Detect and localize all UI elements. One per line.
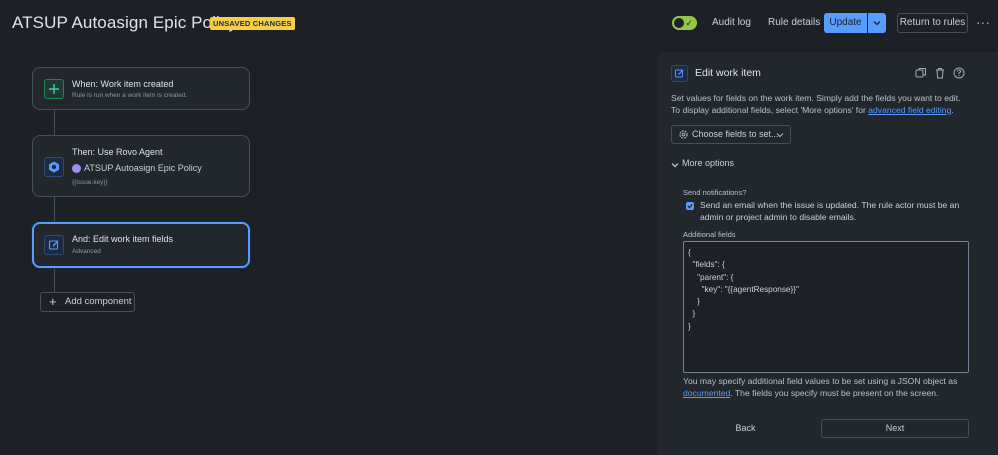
rule-title: ATSUP Autoasign Epic Policy (12, 13, 238, 32)
documented-link[interactable]: documented (683, 388, 730, 398)
check-icon: ✓ (685, 18, 693, 28)
chevron-down-icon (776, 133, 784, 138)
plus-icon (44, 79, 64, 99)
help-text: You may specify additional field values … (683, 376, 958, 386)
send-notifications-text: Send an email when the issue is updated.… (700, 200, 960, 222)
rule-enabled-toggle[interactable]: ✓ (672, 16, 697, 30)
return-to-rules-button[interactable]: Return to rules (897, 13, 968, 33)
duplicate-icon[interactable] (915, 67, 927, 79)
add-component-label: Add component (65, 296, 132, 307)
description-suffix: . (951, 105, 954, 115)
send-notifications-checkbox[interactable] (686, 202, 694, 210)
additional-fields-textarea[interactable]: { "fields": { "parent": { "key": "{{agen… (683, 241, 969, 373)
more-actions-icon[interactable]: ··· (976, 14, 990, 30)
update-options-button[interactable] (868, 13, 886, 33)
delete-icon[interactable] (934, 67, 946, 79)
panel-title: Edit work item (695, 67, 761, 79)
send-notifications-label: Send notifications? (683, 188, 747, 197)
trigger-card[interactable]: When: Work item created Rule is run when… (32, 67, 250, 110)
check-icon (687, 204, 693, 209)
action-subtitle: Advanced (72, 248, 101, 255)
more-options-label: More options (682, 158, 735, 168)
add-component-button[interactable]: + Add component (40, 292, 135, 312)
panel-description: Set values for fields on the work item. … (671, 92, 971, 116)
update-button[interactable]: Update (824, 13, 867, 33)
rovo-agent-icon (44, 157, 64, 177)
action-title: And: Edit work item fields (72, 234, 174, 244)
gear-icon (679, 130, 688, 139)
agent-name: ATSUP Autoasign Epic Policy (84, 163, 202, 173)
unsaved-changes-badge: UNSAVED CHANGES (210, 17, 295, 30)
audit-log-button[interactable]: Audit log (712, 13, 751, 33)
choose-fields-dropdown[interactable]: Choose fields to set... (671, 125, 791, 144)
choose-fields-label: Choose fields to set... (692, 129, 779, 139)
connector-line (54, 197, 55, 222)
connector-line (54, 268, 55, 292)
toggle-knob (674, 18, 684, 28)
trigger-subtitle: Rule is run when a work item is created. (72, 92, 188, 99)
action-card-rovo-agent[interactable]: Then: Use Rovo Agent ATSUP Autoasign Epi… (32, 135, 250, 197)
help-icon[interactable] (953, 67, 965, 79)
chevron-down-icon (671, 163, 679, 168)
agent-avatar-icon (72, 163, 81, 173)
additional-fields-value: { "fields": { "parent": { "key": "{{agen… (688, 248, 799, 331)
edit-icon (44, 235, 64, 255)
rule-details-button[interactable]: Rule details (768, 13, 820, 33)
connector-line (54, 110, 55, 135)
back-button[interactable]: Back (683, 419, 808, 438)
additional-fields-label: Additional fields (683, 230, 736, 239)
action-title: Then: Use Rovo Agent (72, 147, 163, 157)
header: ATSUP Autoasign Epic Policy UNSAVED CHAN… (0, 0, 998, 46)
next-button[interactable]: Next (821, 419, 969, 438)
plus-icon: + (49, 294, 57, 309)
help-suffix: . The fields you specify must be present… (730, 388, 939, 398)
action-card-edit-work-item[interactable]: And: Edit work item fields Advanced (32, 222, 250, 268)
more-options-toggle[interactable]: More options (671, 158, 734, 168)
additional-fields-help: You may specify additional field values … (683, 375, 973, 399)
chevron-down-icon (873, 21, 881, 26)
action-subtitle: {{issue.key}} (72, 179, 108, 186)
trigger-title: When: Work item created (72, 79, 174, 89)
advanced-field-editing-link[interactable]: advanced field editing (868, 105, 951, 115)
agent-reference: ATSUP Autoasign Epic Policy (72, 163, 202, 173)
edit-work-item-panel: Edit work item Set values for fields on … (657, 52, 998, 455)
edit-icon (671, 65, 688, 82)
